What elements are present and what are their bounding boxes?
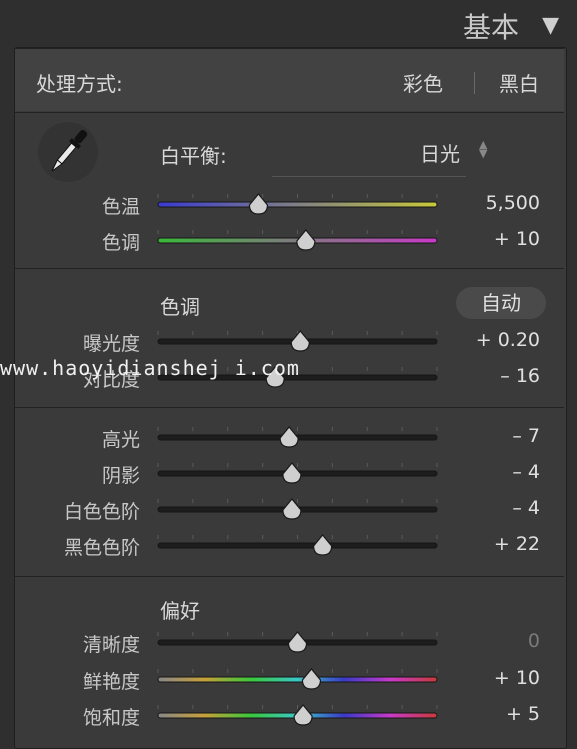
treatment-bw-option[interactable]: 黑白 [499, 68, 539, 97]
slider-value[interactable]: 0 [420, 630, 540, 652]
slider-value[interactable]: 5,500 [420, 192, 540, 214]
slider-label: 黑色色阶 [63, 537, 140, 559]
slider-value[interactable]: – 4 [420, 461, 540, 483]
panel-title[interactable]: 基本 [463, 6, 519, 46]
slider-label: 色温 [101, 196, 140, 218]
tone-label: 色调 [160, 295, 200, 319]
treatment-separator [474, 72, 475, 94]
white-balance-select[interactable]: 日光 [420, 138, 460, 167]
slider-label: 饱和度 [82, 707, 140, 729]
slider-value[interactable]: + 22 [420, 533, 540, 555]
slider-label: 色调 [101, 232, 140, 254]
slider-label: 高光 [101, 429, 140, 451]
slider-value[interactable]: + 10 [420, 228, 540, 250]
treatment-color-option[interactable]: 彩色 [403, 68, 443, 97]
presence-label: 偏好 [160, 599, 200, 623]
slider-label: 清晰度 [82, 634, 140, 656]
slider-value[interactable]: + 5 [420, 703, 540, 725]
slider-label: 鲜艳度 [82, 671, 140, 693]
watermark-text: www.haoyidianshej i.com [0, 356, 300, 380]
eyedropper-icon[interactable] [37, 121, 99, 183]
slider-label: 阴影 [101, 465, 140, 487]
triangle-down-icon[interactable]: ▼ [542, 13, 559, 38]
white-balance-underline [272, 176, 466, 177]
auto-button[interactable]: 自动 [456, 287, 546, 319]
white-balance-label: 白平衡: [160, 144, 227, 168]
slider-value[interactable]: – 4 [420, 497, 540, 519]
slider-value[interactable]: – 16 [420, 365, 540, 387]
slider-label: 白色色阶 [63, 501, 140, 523]
slider-label: 曝光度 [82, 333, 140, 355]
updown-arrow-icon[interactable]: ▲ ▼ [479, 139, 487, 159]
treatment-label: 处理方式: [36, 72, 123, 96]
slider-value[interactable]: – 7 [420, 425, 540, 447]
slider-value[interactable]: + 0.20 [420, 329, 540, 351]
slider-value[interactable]: + 10 [420, 667, 540, 689]
